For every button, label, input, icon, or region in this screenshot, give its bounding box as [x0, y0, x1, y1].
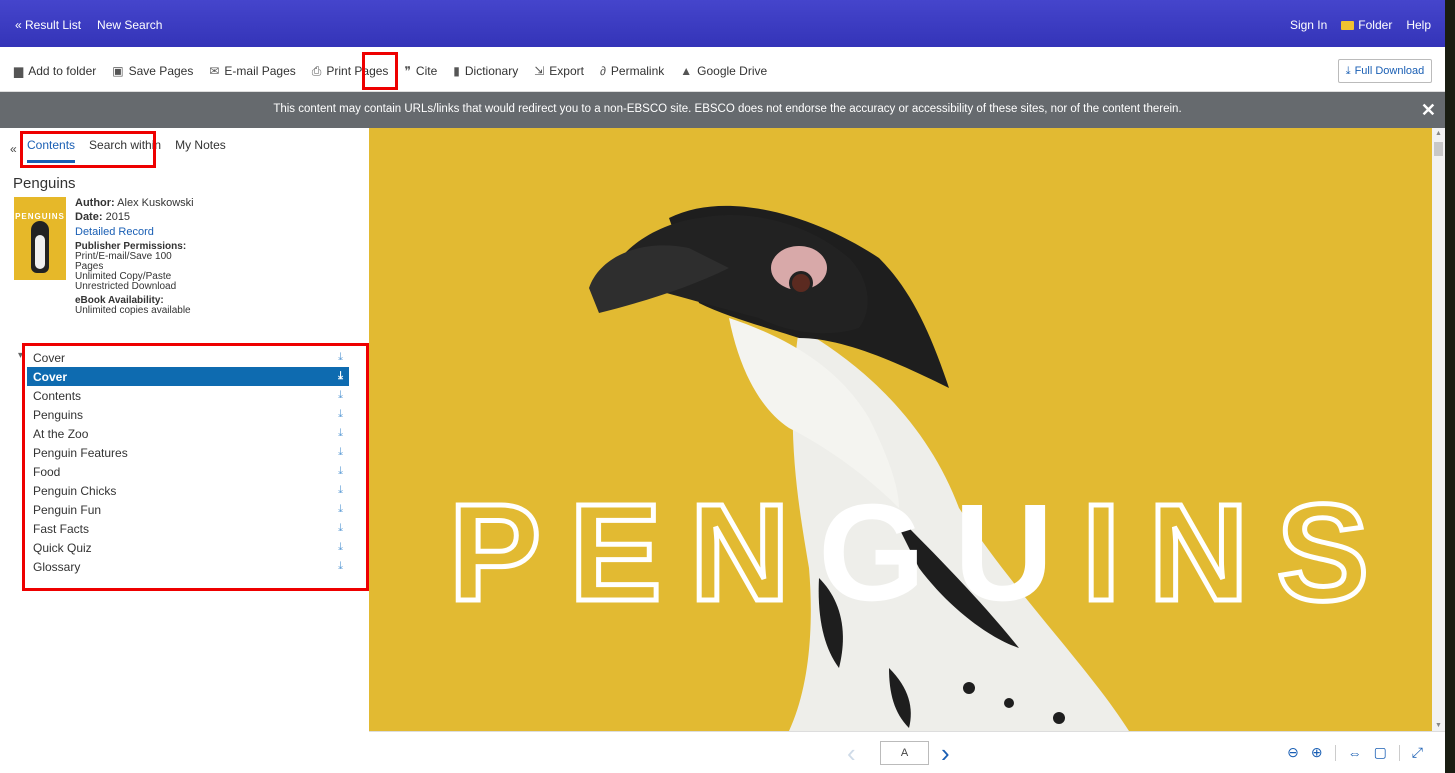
envelope-icon: ✉ — [209, 64, 220, 78]
penguin-photo — [589, 205, 1129, 731]
fit-width-icon[interactable]: ⇔ — [1348, 745, 1362, 761]
book-icon: ▮ — [453, 64, 460, 78]
save-pages-button[interactable]: ▣ Save Pages — [112, 64, 193, 78]
heading-letter: E — [567, 476, 664, 630]
tabs-highlight-box — [20, 131, 156, 168]
result-list-link[interactable]: « Result List — [15, 18, 81, 32]
quote-icon: ❞ — [404, 64, 411, 78]
top-bar: « Result List New Search Sign In Folder … — [0, 0, 1455, 47]
add-to-folder-label: Add to folder — [28, 64, 97, 78]
help-link[interactable]: Help — [1406, 18, 1431, 32]
permalink-button[interactable]: ∂ Permalink — [600, 64, 664, 78]
link-icon: ∂ — [599, 64, 606, 78]
full-download-button[interactable]: ⤓ Full Download — [1338, 59, 1432, 83]
next-page-icon[interactable]: › — [941, 738, 950, 769]
heading-letter: G — [818, 476, 926, 630]
sign-in-link[interactable]: Sign In — [1290, 18, 1327, 32]
save-icon: ▣ — [112, 64, 124, 78]
heading-letter: S — [1274, 476, 1371, 630]
new-search-link[interactable]: New Search — [97, 18, 162, 32]
permalink-label: Permalink — [610, 64, 665, 78]
folder-icon — [1341, 21, 1355, 30]
previous-page-icon[interactable]: ‹ — [847, 738, 856, 769]
divider — [1334, 744, 1336, 761]
email-pages-button[interactable]: ✉ E-mail Pages — [209, 64, 295, 78]
google-drive-label: Google Drive — [697, 64, 768, 78]
cite-label: Cite — [415, 64, 438, 78]
scroll-up-icon[interactable]: ▲ — [1435, 130, 1442, 137]
save-pages-label: Save Pages — [128, 64, 194, 78]
cite-button[interactable]: ❞ Cite — [404, 64, 437, 78]
toolbar: ▆ Add to folder ▣ Save Pages ✉ E-mail Pages… — [0, 47, 1455, 92]
page-viewer[interactable]: P E N G U I N S — [369, 128, 1432, 731]
heading-letter: I — [1079, 476, 1122, 630]
scrollbar-thumb[interactable] — [1434, 142, 1443, 156]
book-cover-thumbnail[interactable]: PENGUINS — [14, 197, 66, 280]
folder-add-icon: ▆ — [14, 64, 24, 78]
permission-line: Unrestricted Download — [75, 281, 177, 292]
availability-value: Unlimited copies available — [75, 305, 191, 316]
page-number-input[interactable]: A — [880, 741, 929, 765]
penguin-image — [31, 221, 49, 273]
viewer-scrollbar[interactable]: ▲ ▼ — [1432, 128, 1445, 731]
folder-link[interactable]: Folder — [1341, 18, 1392, 32]
printer-icon: ⎙ — [311, 64, 322, 78]
cover-thumbnail-title: PENGUINS — [15, 212, 65, 221]
date-value: 2015 — [105, 211, 131, 223]
external-links-banner: This content may contain URLs/links that… — [0, 92, 1455, 128]
close-icon[interactable]: ✕ — [1421, 100, 1436, 121]
book-title: Penguins — [13, 175, 76, 192]
window-edge — [1445, 0, 1455, 773]
toc-highlight-box — [22, 343, 369, 591]
page-heading: P E N G U I N S — [446, 476, 1371, 630]
google-drive-button[interactable]: ▲ Google Drive — [680, 64, 767, 78]
export-label: Export — [549, 64, 584, 78]
add-to-folder-button[interactable]: ▆ Add to folder — [14, 64, 96, 78]
dictionary-label: Dictionary — [464, 64, 519, 78]
page-navigation-bar: ‹ A › ⊖ ⊕ ⇔ ▢ ⤢ — [369, 731, 1445, 773]
cite-highlight-box — [362, 52, 398, 90]
heading-letter: P — [446, 476, 543, 630]
zoom-out-icon[interactable]: ⊖ — [1287, 744, 1299, 761]
divider — [1398, 744, 1400, 761]
export-icon: ⇲ — [534, 64, 545, 78]
heading-letter: N — [687, 476, 792, 630]
folder-label: Folder — [1358, 18, 1393, 32]
export-button[interactable]: ⇲ Export — [534, 64, 584, 78]
banner-message: This content may contain URLs/links that… — [273, 103, 1182, 115]
author-value: Alex Kuskowski — [117, 197, 194, 209]
permission-line: Print/E-mail/Save 100 Pages — [75, 251, 172, 272]
zoom-in-icon[interactable]: ⊕ — [1311, 744, 1323, 761]
email-pages-label: E-mail Pages — [224, 64, 296, 78]
full-download-label: Full Download — [1354, 65, 1425, 77]
google-drive-icon: ▲ — [680, 64, 693, 78]
date-label: Date: — [75, 211, 103, 223]
fullscreen-icon[interactable]: ⤢ — [1412, 744, 1423, 761]
scroll-down-icon[interactable]: ▼ — [1435, 722, 1442, 729]
download-icon: ⤓ — [1345, 64, 1351, 77]
collapse-sidebar-button[interactable]: « — [10, 142, 17, 156]
book-metadata: Author: Alex Kuskowski Date: 2015 Detail… — [75, 198, 195, 316]
heading-letter: N — [1146, 476, 1251, 630]
dictionary-button[interactable]: ▮ Dictionary — [453, 64, 518, 78]
view-tools: ⊖ ⊕ ⇔ ▢ ⤢ — [1287, 744, 1423, 761]
detailed-record-link[interactable]: Detailed Record — [75, 227, 195, 238]
heading-letter: U — [953, 476, 1054, 630]
fit-page-icon[interactable]: ▢ — [1374, 744, 1387, 761]
author-label: Author: — [75, 197, 115, 209]
tab-my-notes[interactable]: My Notes — [175, 138, 226, 163]
